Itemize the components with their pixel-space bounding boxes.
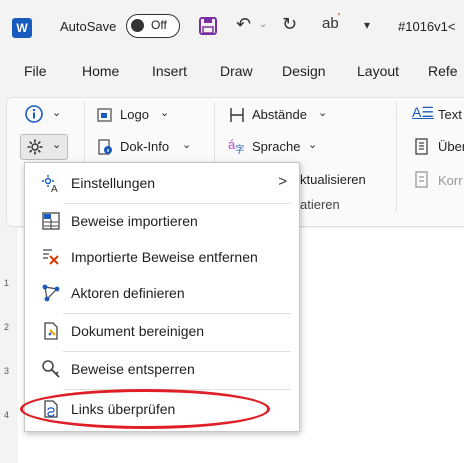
menu-item-einstellungen[interactable]: A Einstellungen > (25, 165, 299, 201)
tab-insert[interactable]: Insert (152, 63, 187, 79)
tab-references[interactable]: Refe (428, 63, 458, 79)
remove-evidence-icon (43, 249, 59, 265)
undo-dropdown-icon[interactable]: ⌄ (259, 19, 267, 30)
word-logo-icon: W (12, 18, 32, 38)
ruler-number: 3 (4, 366, 10, 376)
highlight-oval (20, 389, 270, 429)
menu-item-beweise-importieren[interactable]: Beweise importieren (25, 203, 299, 239)
overview-icon (415, 138, 428, 155)
logo-chevron-icon: ⌄ (160, 107, 170, 119)
ribbon-tabs: File Home Insert Draw Design Layout Refe (0, 63, 464, 87)
settings-language-icon: A (42, 175, 58, 193)
toggle-knob (131, 19, 144, 32)
settings-chevron-icon: ⌄ (52, 139, 62, 151)
customize-quick-access-icon[interactable]: ▾ (364, 18, 370, 32)
submenu-arrow-icon: > (278, 173, 287, 190)
svg-text:A: A (51, 184, 58, 193)
language-icon: á字 (228, 137, 245, 155)
vertical-ruler: 1 2 3 4 (0, 240, 19, 463)
menu-item-beweise-entsperren[interactable]: Beweise entsperren (25, 351, 299, 387)
autosave-toggle[interactable]: Off (126, 14, 180, 38)
text-button[interactable]: Text (438, 107, 462, 122)
language-chevron-icon: ⌄ (308, 139, 318, 151)
ruler-number: 4 (4, 410, 10, 420)
ab-mark-icon: ' (338, 12, 340, 23)
document-title: #1016v1< (398, 19, 456, 34)
tab-file[interactable]: File (24, 63, 47, 79)
menu-item-label: Aktoren definieren (71, 285, 185, 301)
update-button[interactable]: ktualisieren (300, 172, 366, 187)
save-icon[interactable] (198, 16, 218, 36)
ab-format-icon[interactable]: ab (322, 15, 339, 32)
doc-info-chevron-icon: ⌄ (182, 139, 192, 151)
menu-item-importierte-beweise-entfernen[interactable]: Importierte Beweise entfernen (25, 239, 299, 275)
spacing-button[interactable]: Abstände (252, 107, 307, 122)
menu-item-label: Importierte Beweise entfernen (71, 249, 258, 265)
actors-icon (42, 284, 60, 302)
info-dropdown-icon[interactable]: ⌄ (52, 106, 61, 119)
ribbon-divider (396, 102, 397, 212)
doc-info-button[interactable]: Dok-Info (120, 139, 169, 154)
menu-item-label: Dokument bereinigen (71, 323, 205, 339)
tab-draw[interactable]: Draw (220, 63, 253, 79)
text-icon: A☰ (412, 104, 434, 120)
redo-icon[interactable]: ↻ (282, 14, 297, 35)
info-icon[interactable] (24, 104, 44, 124)
tab-home[interactable]: Home (82, 63, 119, 79)
tab-layout[interactable]: Layout (357, 63, 399, 79)
spacing-chevron-icon: ⌄ (318, 107, 328, 119)
gear-icon (27, 139, 43, 155)
overview-button[interactable]: Über (438, 139, 464, 154)
undo-icon[interactable]: ↶ (236, 14, 251, 35)
autosave-label: AutoSave (60, 19, 117, 34)
import-evidence-icon (42, 212, 60, 230)
title-bar: W AutoSave Off ↶ ⌄ ↻ ab ' ▾ #1016v1< (0, 0, 464, 54)
menu-item-dokument-bereinigen[interactable]: Dokument bereinigen (25, 313, 299, 349)
menu-item-aktoren-definieren[interactable]: Aktoren definieren (25, 275, 299, 311)
format-group-label: atieren (300, 197, 340, 212)
unlock-evidence-icon (42, 360, 60, 378)
clean-document-icon (44, 322, 58, 340)
menu-item-label: Beweise importieren (71, 213, 198, 229)
doc-info-icon (98, 139, 112, 155)
ruler-number: 2 (4, 322, 10, 332)
correction-button: Korr (438, 173, 463, 188)
spacing-icon (230, 108, 244, 122)
menu-item-label: Einstellungen (71, 175, 156, 191)
ruler-number: 1 (4, 278, 10, 288)
toggle-state-label: Off (151, 18, 167, 32)
logo-icon (97, 108, 112, 122)
logo-button[interactable]: Logo (120, 107, 149, 122)
menu-item-label: Beweise entsperren (71, 361, 195, 377)
correction-icon (415, 171, 428, 188)
language-button[interactable]: Sprache (252, 139, 300, 154)
tab-design[interactable]: Design (282, 63, 326, 79)
